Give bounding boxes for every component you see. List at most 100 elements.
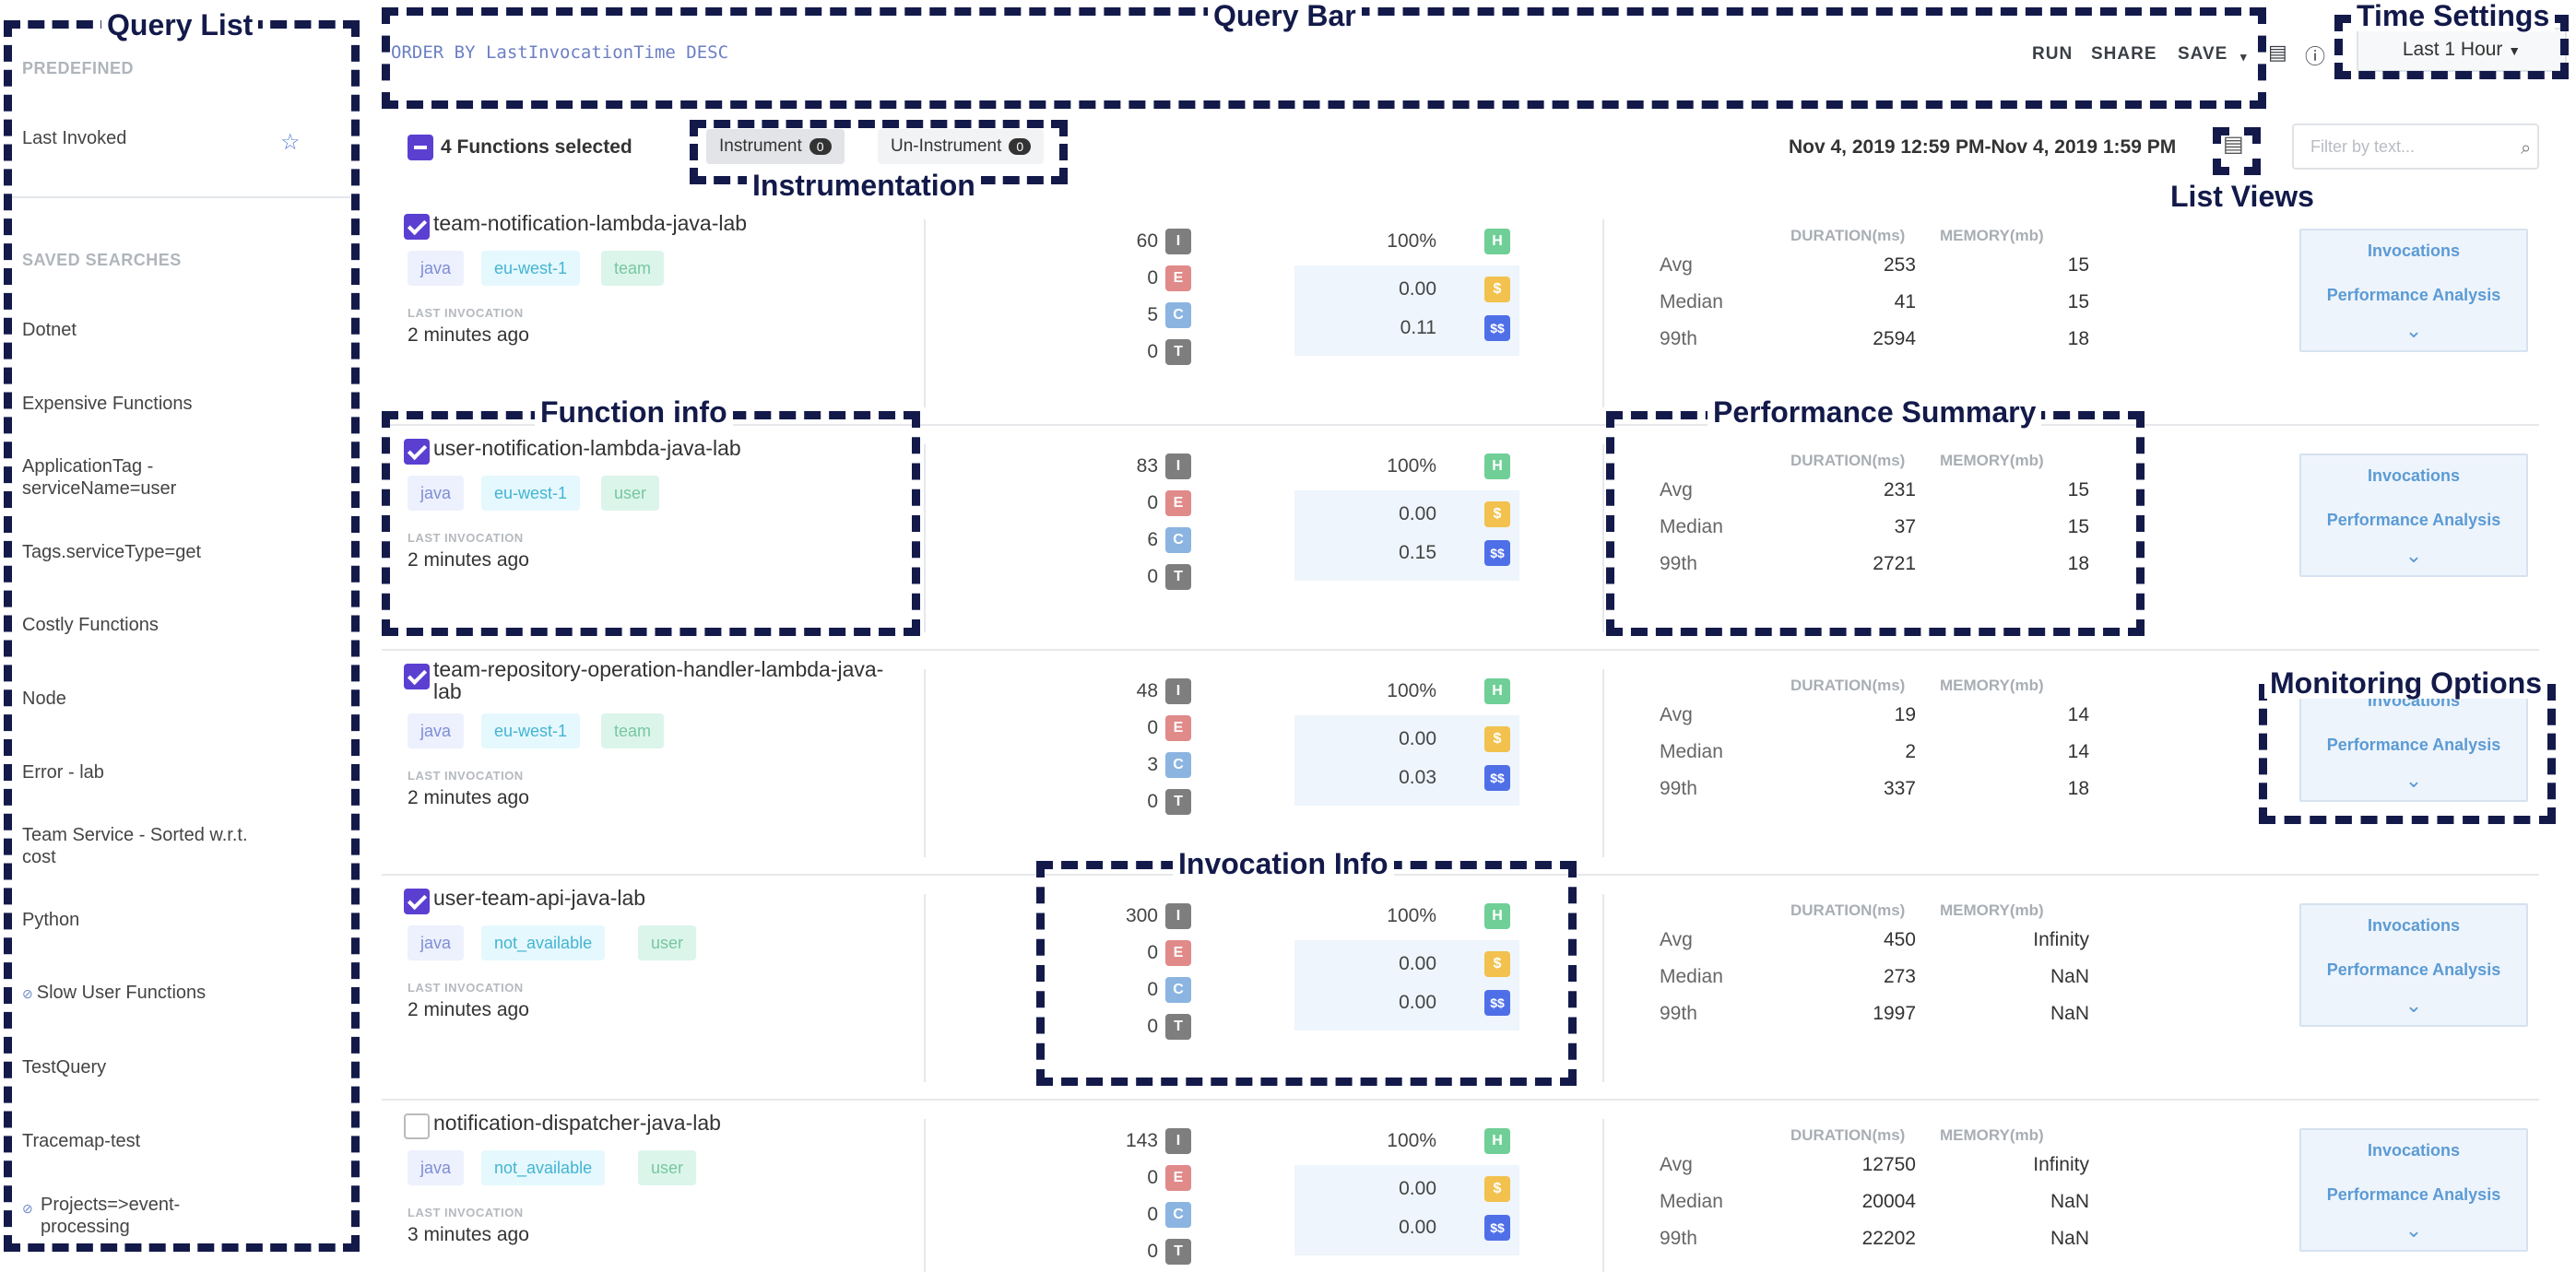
memory-header: MEMORY(mb) xyxy=(1940,227,2044,244)
search-icon: ⌕ xyxy=(2521,138,2532,159)
select-all-checkbox[interactable] xyxy=(408,135,433,160)
chevron-down-icon[interactable]: ⌄ xyxy=(2301,1219,2526,1243)
function-row[interactable]: team-repository-operation-handler-lambda… xyxy=(382,651,2539,876)
chevron-down-icon[interactable]: ⌄ xyxy=(2301,319,2526,343)
duration-p99: 1997 xyxy=(1873,1003,1916,1024)
invocations-badge: I xyxy=(1165,1128,1191,1154)
chevron-down-icon[interactable]: ⌄ xyxy=(2301,994,2526,1018)
performance-analysis-link[interactable]: Performance Analysis xyxy=(2301,511,2526,530)
monitoring-options: Invocations Performance Analysis ⌄ xyxy=(2299,1128,2528,1252)
function-row[interactable]: team-notification-lambda-java-lab java eu-… xyxy=(382,201,2539,426)
memory-p99: 18 xyxy=(2067,328,2089,349)
performance-analysis-link[interactable]: Performance Analysis xyxy=(2301,960,2526,980)
function-name[interactable]: team-repository-operation-handler-lambda… xyxy=(433,658,894,702)
stat-label-p99: 99th xyxy=(1660,328,1697,349)
language-tag[interactable]: java xyxy=(408,925,465,960)
annotation-function-info-box xyxy=(382,411,920,636)
function-checkbox[interactable] xyxy=(404,1113,430,1139)
last-invocation-value: 2 minutes ago xyxy=(408,324,529,346)
estimated-cost-value: 0.03 xyxy=(1399,767,1436,788)
column-divider xyxy=(1602,1119,1604,1272)
memory-median: NaN xyxy=(2050,966,2089,987)
function-checkbox[interactable] xyxy=(404,664,430,689)
duration-median: 273 xyxy=(1883,966,1916,987)
team-tag[interactable]: user xyxy=(638,1150,697,1185)
team-tag[interactable]: team xyxy=(601,713,665,748)
last-invocation-label: LAST INVOCATION xyxy=(408,769,524,783)
selected-count: 4 Functions selected xyxy=(441,136,632,158)
last-invocation-label: LAST INVOCATION xyxy=(408,1206,524,1219)
last-invocation-value: 2 minutes ago xyxy=(408,999,529,1020)
timeout-count: 0 xyxy=(1147,341,1158,362)
estimated-cost-badge: $$ xyxy=(1484,315,1510,341)
error-count: 0 xyxy=(1147,492,1158,513)
last-invocation-label: LAST INVOCATION xyxy=(408,981,524,995)
language-tag[interactable]: java xyxy=(408,713,465,748)
invocations-link[interactable]: Invocations xyxy=(2301,241,2526,261)
column-divider xyxy=(924,1119,926,1272)
stat-label-p99: 99th xyxy=(1660,1003,1697,1024)
invocations-link[interactable]: Invocations xyxy=(2301,916,2526,936)
language-tag[interactable]: java xyxy=(408,251,465,286)
estimated-cost-value: 0.00 xyxy=(1399,1217,1436,1238)
invocations-link[interactable]: Invocations xyxy=(2301,466,2526,486)
duration-median: 20004 xyxy=(1861,1191,1916,1212)
cost-value: 0.00 xyxy=(1399,728,1436,749)
column-divider xyxy=(1602,444,1604,632)
errors-badge: E xyxy=(1165,1165,1191,1191)
cold-start-count: 6 xyxy=(1147,529,1158,550)
region-tag[interactable]: not_available xyxy=(481,925,606,960)
team-tag[interactable]: team xyxy=(601,251,665,286)
health-badge: H xyxy=(1484,229,1510,254)
invocations-badge: I xyxy=(1165,229,1191,254)
comment-icon[interactable]: ▤ xyxy=(2268,41,2287,65)
health-badge: H xyxy=(1484,678,1510,704)
cold-starts-badge: C xyxy=(1165,527,1191,553)
annotation-query-list: Query List xyxy=(101,9,259,41)
invocations-link[interactable]: Invocations xyxy=(2301,1141,2526,1160)
region-tag[interactable]: eu-west-1 xyxy=(481,713,581,748)
function-checkbox[interactable] xyxy=(404,214,430,240)
column-divider xyxy=(1602,219,1604,407)
team-tag[interactable]: user xyxy=(638,925,697,960)
estimated-cost-badge: $$ xyxy=(1484,1215,1510,1241)
annotation-list-views-box xyxy=(2213,127,2261,175)
function-name[interactable]: notification-dispatcher-java-lab xyxy=(433,1112,894,1134)
function-name[interactable]: team-notification-lambda-java-lab xyxy=(433,212,894,234)
function-checkbox[interactable] xyxy=(404,889,430,914)
annotation-performance-summary: Performance Summary xyxy=(1707,396,2042,428)
chevron-down-icon[interactable]: ⌄ xyxy=(2301,544,2526,568)
function-row[interactable]: notification-dispatcher-java-lab java not_… xyxy=(382,1101,2539,1272)
health-percent: 100% xyxy=(1387,455,1436,477)
estimated-cost-value: 0.15 xyxy=(1399,542,1436,563)
health-badge: H xyxy=(1484,453,1510,479)
memory-avg: Infinity xyxy=(2033,1154,2089,1175)
duration-p99: 337 xyxy=(1883,778,1916,799)
invocation-count: 48 xyxy=(1136,680,1158,701)
region-tag[interactable]: not_available xyxy=(481,1150,606,1185)
language-tag[interactable]: java xyxy=(408,1150,465,1185)
stat-label-p99: 99th xyxy=(1660,1228,1697,1249)
health-percent: 100% xyxy=(1387,680,1436,701)
memory-median: NaN xyxy=(2050,1191,2089,1212)
column-divider xyxy=(924,669,926,857)
column-divider xyxy=(1602,669,1604,857)
cost-value: 0.00 xyxy=(1399,278,1436,300)
error-count: 0 xyxy=(1147,717,1158,738)
performance-analysis-link[interactable]: Performance Analysis xyxy=(2301,1185,2526,1205)
duration-avg: 253 xyxy=(1883,254,1916,276)
region-tag[interactable]: eu-west-1 xyxy=(481,251,581,286)
annotation-list-views: List Views xyxy=(2165,181,2320,212)
memory-avg: 15 xyxy=(2067,254,2089,276)
performance-analysis-link[interactable]: Performance Analysis xyxy=(2301,286,2526,305)
error-count: 0 xyxy=(1147,1167,1158,1188)
stat-label-avg: Avg xyxy=(1660,254,1693,276)
filter-input[interactable] xyxy=(2292,124,2539,170)
cold-start-count: 0 xyxy=(1147,1204,1158,1225)
function-name[interactable]: user-team-api-java-lab xyxy=(433,887,894,909)
duration-median: 2 xyxy=(1905,741,1916,762)
memory-p99: 18 xyxy=(2067,778,2089,799)
info-icon[interactable]: ⓘ xyxy=(2305,41,2325,70)
invocations-badge: I xyxy=(1165,453,1191,479)
memory-header: MEMORY(mb) xyxy=(1940,901,2044,919)
